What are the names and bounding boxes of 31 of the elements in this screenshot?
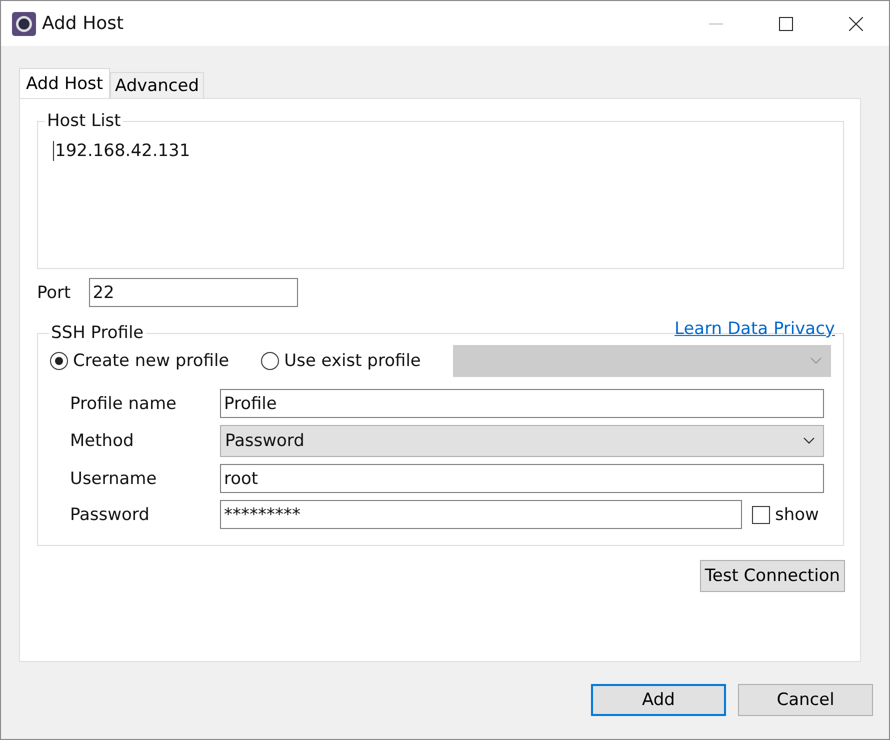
field-label: Port [37,282,71,302]
dialog-button[interactable]: Cancel [738,684,873,716]
field-label: Profile name [70,394,178,414]
method-dropdown[interactable]: Password [220,425,824,457]
maximize-icon[interactable] [779,16,793,30]
text-field[interactable]: Profile [220,389,824,418]
show-checkbox[interactable]: show [752,504,819,524]
dialog-button[interactable]: Add [591,684,726,716]
tab[interactable]: Add Host [19,68,110,98]
radio-option[interactable]: Create new profile [50,351,230,371]
password-field[interactable]: ********* [220,500,742,529]
field-label: Password [70,504,150,524]
close-icon[interactable] [849,16,863,30]
host-list-field[interactable]: 192.168.42.131 [53,141,190,161]
tab[interactable]: Advanced [110,72,204,98]
window-title: Add Host [42,13,124,34]
chevron-icon [803,437,815,445]
radio-button[interactable] [261,352,280,370]
gear-icon [12,12,36,36]
radio-option[interactable]: Use exist profile [261,351,421,371]
field-label: Method [70,431,135,451]
port-field[interactable]: 22 [88,278,298,307]
privacy-link[interactable]: Learn Data Privacy [674,319,835,339]
chevron-icon [810,357,822,365]
field-label: Username [70,468,158,488]
checkbox[interactable] [752,506,770,524]
text-field[interactable]: root [220,464,824,493]
test-connection-button[interactable]: Test Connection [700,560,845,592]
group-label: SSH Profile [50,323,145,343]
radio-button[interactable] [50,352,68,370]
group-label: Host List [46,111,122,131]
